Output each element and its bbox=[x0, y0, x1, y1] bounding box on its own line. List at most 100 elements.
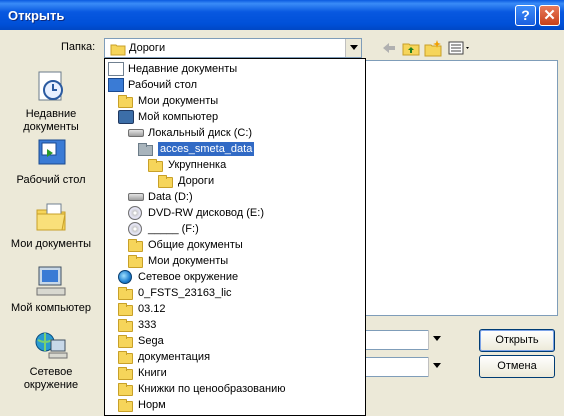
folder-icon bbox=[158, 175, 173, 188]
cancel-button[interactable]: Отмена bbox=[479, 355, 555, 378]
close-button[interactable]: ✕ bbox=[539, 5, 560, 26]
place-label: Недавние bbox=[25, 108, 77, 120]
dropdown-item-label: DVD-RW дисковод (E:) bbox=[148, 207, 264, 219]
dropdown-item[interactable]: документация bbox=[105, 349, 365, 365]
dropdown-item-label: acces_smeta_data bbox=[156, 141, 256, 157]
dropdown-item-label: Сетевое окружение bbox=[138, 271, 239, 283]
place-label: Мой компьютер bbox=[10, 302, 92, 314]
chevron-down-icon[interactable] bbox=[428, 330, 444, 350]
places-bar: Недавние документы Рабочий стол Мои доку… bbox=[6, 60, 96, 416]
dropdown-item-label: Рабочий стол bbox=[128, 79, 198, 91]
help-button[interactable]: ? bbox=[515, 5, 536, 26]
dropdown-item-label: Норм bbox=[138, 399, 166, 411]
desktop-icon bbox=[108, 78, 124, 92]
dropdown-item[interactable]: Сетевое окружение bbox=[105, 269, 365, 285]
dropdown-item[interactable]: Локальный диск (C:) bbox=[105, 125, 365, 141]
lookin-dropdown-list: Недавние документы Рабочий стол Мои докуме… bbox=[104, 58, 366, 416]
dropdown-item[interactable]: 03.12 bbox=[105, 301, 365, 317]
window-title: Открыть bbox=[8, 8, 65, 23]
dropdown-item-label: Sega bbox=[138, 335, 164, 347]
folder-icon bbox=[118, 319, 133, 332]
back-icon[interactable] bbox=[380, 39, 398, 57]
my-documents-icon bbox=[33, 200, 69, 234]
dropdown-item[interactable]: Мои документы bbox=[105, 253, 365, 269]
chevron-down-icon[interactable] bbox=[345, 39, 361, 57]
dropdown-item-label: 03.12 bbox=[138, 303, 166, 315]
folder-icon bbox=[118, 287, 133, 300]
drive-icon bbox=[128, 129, 144, 137]
place-label: документы bbox=[23, 121, 79, 133]
lookin-value: Дороги bbox=[129, 42, 166, 54]
recent-icon bbox=[108, 62, 124, 76]
dropdown-item-label: Data (D:) bbox=[148, 191, 193, 203]
folder-icon bbox=[118, 367, 133, 380]
network-icon bbox=[118, 270, 132, 284]
desktop-icon bbox=[33, 136, 69, 170]
drive-icon bbox=[128, 193, 144, 201]
dropdown-item[interactable]: Дороги bbox=[105, 173, 365, 189]
new-folder-icon[interactable] bbox=[424, 39, 442, 57]
dropdown-item-label: 333 bbox=[138, 319, 157, 331]
open-button[interactable]: Открыть bbox=[479, 329, 555, 352]
dropdown-item[interactable]: 333 bbox=[105, 317, 365, 333]
folder-gray-icon bbox=[138, 143, 153, 156]
network-icon bbox=[33, 328, 69, 362]
dropdown-item-label: Мои документы bbox=[148, 255, 229, 267]
dropdown-item[interactable]: Норм bbox=[105, 397, 365, 413]
recent-documents-icon bbox=[33, 70, 69, 104]
dropdown-item[interactable]: Укрупненка bbox=[105, 157, 365, 173]
view-menu-icon[interactable] bbox=[448, 39, 472, 57]
chevron-down-icon[interactable] bbox=[428, 357, 444, 377]
folder-icon bbox=[148, 159, 163, 172]
dropdown-item-label: Общие документы bbox=[148, 239, 243, 251]
folder-icon bbox=[118, 399, 133, 412]
dropdown-item[interactable]: Мои документы bbox=[105, 93, 365, 109]
place-recent[interactable]: Недавние документы bbox=[6, 70, 96, 134]
folder-icon bbox=[118, 383, 133, 396]
dropdown-item-label: Локальный диск (C:) bbox=[148, 127, 253, 139]
dropdown-item[interactable]: Недавние документы bbox=[105, 61, 365, 77]
dropdown-item[interactable]: acces_smeta_data bbox=[105, 141, 365, 157]
folder-icon bbox=[128, 239, 143, 252]
folder-icon bbox=[118, 335, 133, 348]
dropdown-item[interactable]: DVD-RW дисковод (E:) bbox=[105, 205, 365, 221]
place-my-documents[interactable]: Мои документы bbox=[6, 200, 96, 251]
dropdown-item[interactable]: Общие документы bbox=[105, 237, 365, 253]
folder-icon bbox=[118, 95, 133, 108]
dropdown-item-label: 0_FSTS_23163_lic bbox=[138, 287, 232, 299]
dropdown-item-label: Мои документы bbox=[138, 95, 219, 107]
cd-icon bbox=[128, 206, 142, 220]
dropdown-item[interactable]: Рабочий стол bbox=[105, 77, 365, 93]
place-label: Рабочий стол bbox=[16, 174, 86, 186]
folder-icon bbox=[110, 42, 126, 59]
dropdown-item[interactable]: Data (D:) bbox=[105, 189, 365, 205]
folder-icon bbox=[128, 255, 143, 268]
lookin-combo[interactable]: Дороги bbox=[104, 38, 362, 58]
place-network[interactable]: Сетевое окружение bbox=[6, 328, 96, 392]
dropdown-item-label: Дороги bbox=[178, 175, 215, 187]
dropdown-item[interactable]: Книжки по ценообразованию bbox=[105, 381, 365, 397]
dropdown-item[interactable]: Sega bbox=[105, 333, 365, 349]
dropdown-item-label: Мой компьютер bbox=[138, 111, 219, 123]
place-label: окружение bbox=[23, 379, 79, 391]
place-label: Сетевое bbox=[29, 366, 73, 378]
dropdown-item-label: _____ (F:) bbox=[148, 223, 199, 235]
title-bar[interactable]: Открыть ? ✕ bbox=[0, 0, 564, 30]
place-desktop[interactable]: Рабочий стол bbox=[6, 136, 96, 187]
dropdown-item[interactable]: Книги bbox=[105, 365, 365, 381]
dropdown-item-label: Укрупненка bbox=[168, 159, 227, 171]
place-my-computer[interactable]: Мой компьютер bbox=[6, 264, 96, 315]
dropdown-item[interactable]: _____ (F:) bbox=[105, 221, 365, 237]
place-label: Мои документы bbox=[10, 238, 92, 250]
dropdown-item-label: Недавние документы bbox=[128, 63, 238, 75]
up-folder-icon[interactable] bbox=[402, 39, 420, 57]
my-computer-icon bbox=[33, 264, 69, 298]
dropdown-item-label: Книги bbox=[138, 367, 167, 379]
open-dialog: Открыть ? ✕ Папка: Дороги Недавние докум… bbox=[0, 0, 564, 416]
dropdown-item[interactable]: Мой компьютер bbox=[105, 109, 365, 125]
dropdown-item-label: Книжки по ценообразованию bbox=[138, 383, 286, 395]
lookin-label: Папка: bbox=[61, 41, 96, 53]
dropdown-item-label: документация bbox=[138, 351, 211, 363]
computer-icon bbox=[118, 110, 134, 124]
dropdown-item[interactable]: 0_FSTS_23163_lic bbox=[105, 285, 365, 301]
